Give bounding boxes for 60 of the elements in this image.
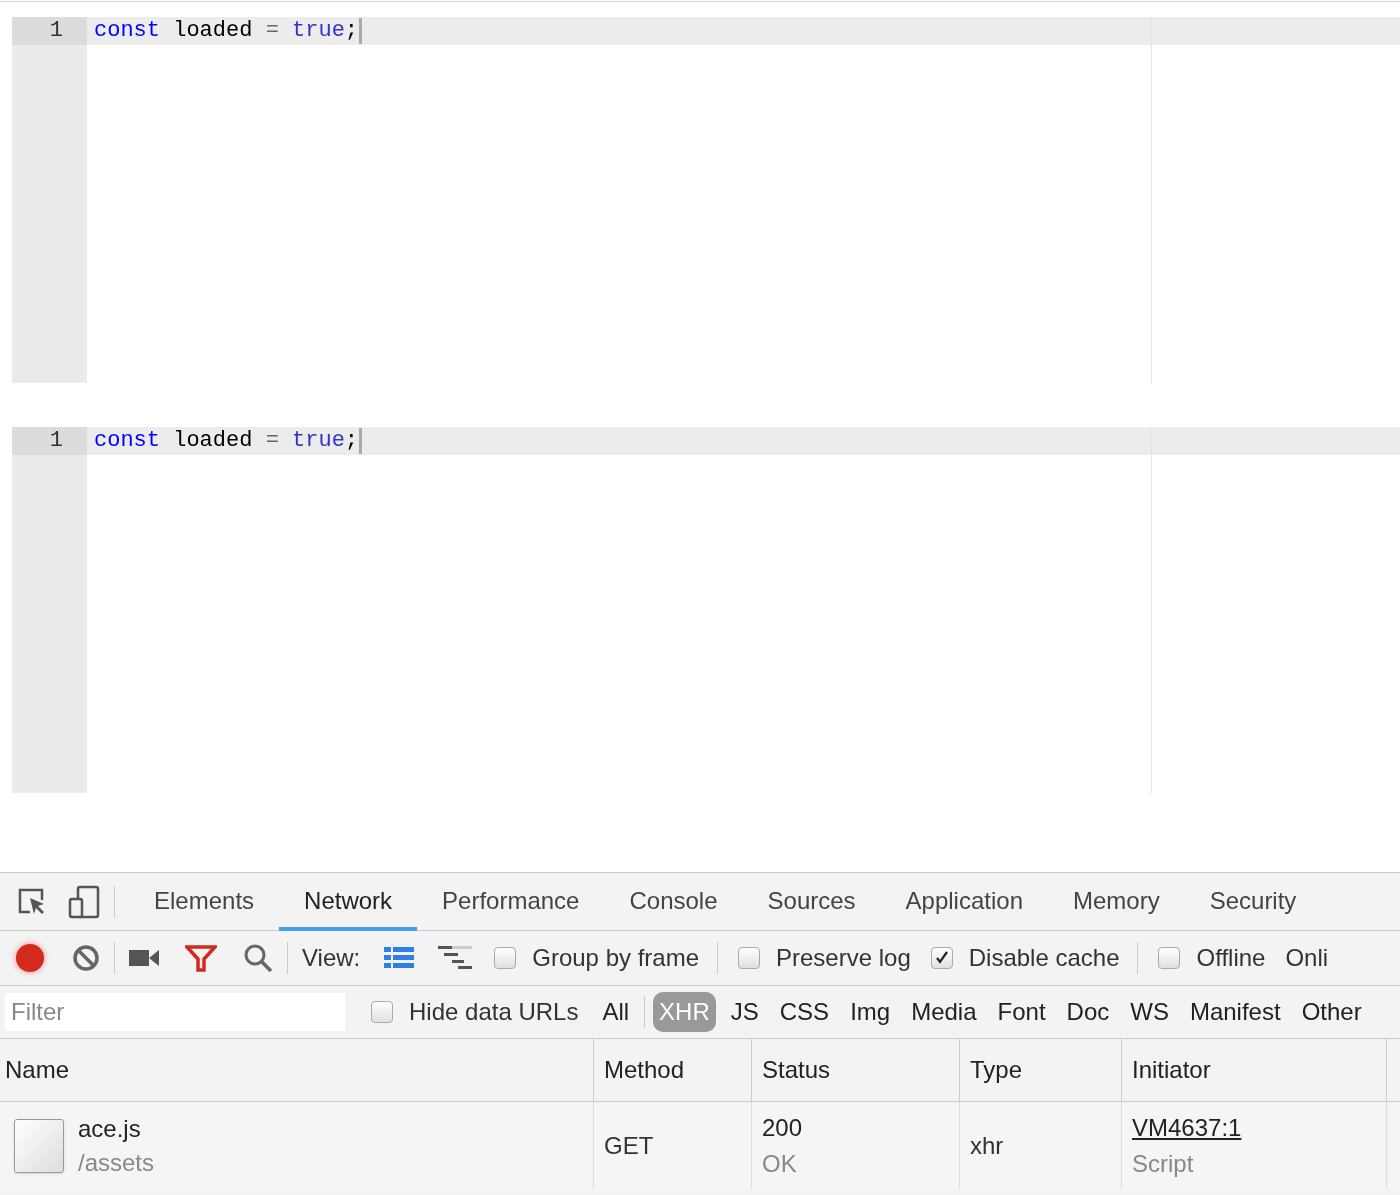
checkbox-label: Disable cache: [968, 943, 1120, 973]
checkbox[interactable]: [1158, 947, 1181, 969]
type-filter[interactable]: All: [596, 992, 636, 1032]
code-editor[interactable]: 1 const loaded = true;: [12, 427, 1400, 793]
devtools-tab[interactable]: Elements: [129, 872, 280, 931]
type-cell-text: xhr: [970, 1130, 1004, 1161]
checkmark-icon: [933, 950, 950, 966]
column-header[interactable]: Initiator: [1122, 1039, 1387, 1101]
type-filter[interactable]: Img: [844, 992, 897, 1032]
method-cell-text: GET: [604, 1130, 654, 1161]
type-filter[interactable]: Doc: [1060, 992, 1116, 1032]
checkbox-label: Hide data URLs: [409, 997, 579, 1027]
video-camera-icon[interactable]: [129, 948, 159, 968]
devtools-tab[interactable]: Performance: [417, 872, 605, 931]
type-filter[interactable]: Manifest: [1183, 992, 1287, 1032]
devtools-tab[interactable]: Sources: [742, 872, 881, 931]
devtools-tab[interactable]: Application: [880, 872, 1048, 931]
view-label: View:: [302, 943, 361, 973]
column-header[interactable]: Method: [594, 1039, 752, 1101]
filter-field[interactable]: Filter: [5, 993, 345, 1031]
type-filter[interactable]: CSS: [773, 992, 836, 1032]
column-header[interactable]: Type: [960, 1039, 1122, 1101]
column-header[interactable]: Name: [0, 1039, 594, 1101]
checkbox[interactable]: [930, 947, 953, 969]
devtools-tab[interactable]: Memory: [1048, 872, 1185, 931]
type-filter[interactable]: Font: [991, 992, 1052, 1032]
filter-icon[interactable]: [185, 944, 217, 972]
column-header[interactable]: Status: [752, 1039, 960, 1101]
line-number: 1: [12, 427, 87, 455]
type-filter[interactable]: Media: [905, 992, 983, 1032]
status-text: OK: [762, 1148, 798, 1179]
code-line: const loaded = true;: [94, 427, 359, 455]
type-filter[interactable]: WS: [1124, 992, 1175, 1032]
file-name: ace.js: [78, 1113, 142, 1144]
throttle-dropdown[interactable]: Onli: [1285, 940, 1329, 976]
devtools-tab[interactable]: Security: [1184, 872, 1322, 931]
line-number: 1: [12, 17, 87, 45]
type-filter[interactable]: Other: [1295, 992, 1368, 1032]
checkbox[interactable]: [371, 1001, 393, 1023]
search-icon[interactable]: [243, 943, 273, 973]
waterfall-view-icon[interactable]: [438, 946, 473, 970]
checkbox[interactable]: [738, 947, 760, 969]
file-icon: [14, 1118, 64, 1173]
code-editor[interactable]: 1 const loaded = true;: [12, 17, 1400, 383]
code-line: const loaded = true;: [94, 17, 359, 45]
clear-icon[interactable]: [72, 944, 100, 972]
devtools-tab[interactable]: Network: [279, 872, 418, 931]
status-code: 200: [762, 1112, 804, 1143]
checkbox-label: Group by frame: [532, 943, 699, 973]
initiator-link[interactable]: VM4637:1: [1132, 1109, 1242, 1146]
checkbox[interactable]: [494, 947, 517, 969]
record-button[interactable]: [16, 944, 44, 972]
devtools-tab[interactable]: Console: [604, 872, 743, 931]
type-filter[interactable]: JS: [724, 992, 765, 1032]
initiator-type: Script: [1132, 1148, 1194, 1179]
list-view-icon[interactable]: [384, 947, 415, 969]
checkbox-label: Offline: [1196, 943, 1266, 973]
file-path: /assets: [78, 1147, 155, 1178]
checkbox-label: Preserve log: [776, 943, 911, 973]
device-icon[interactable]: [68, 884, 100, 919]
